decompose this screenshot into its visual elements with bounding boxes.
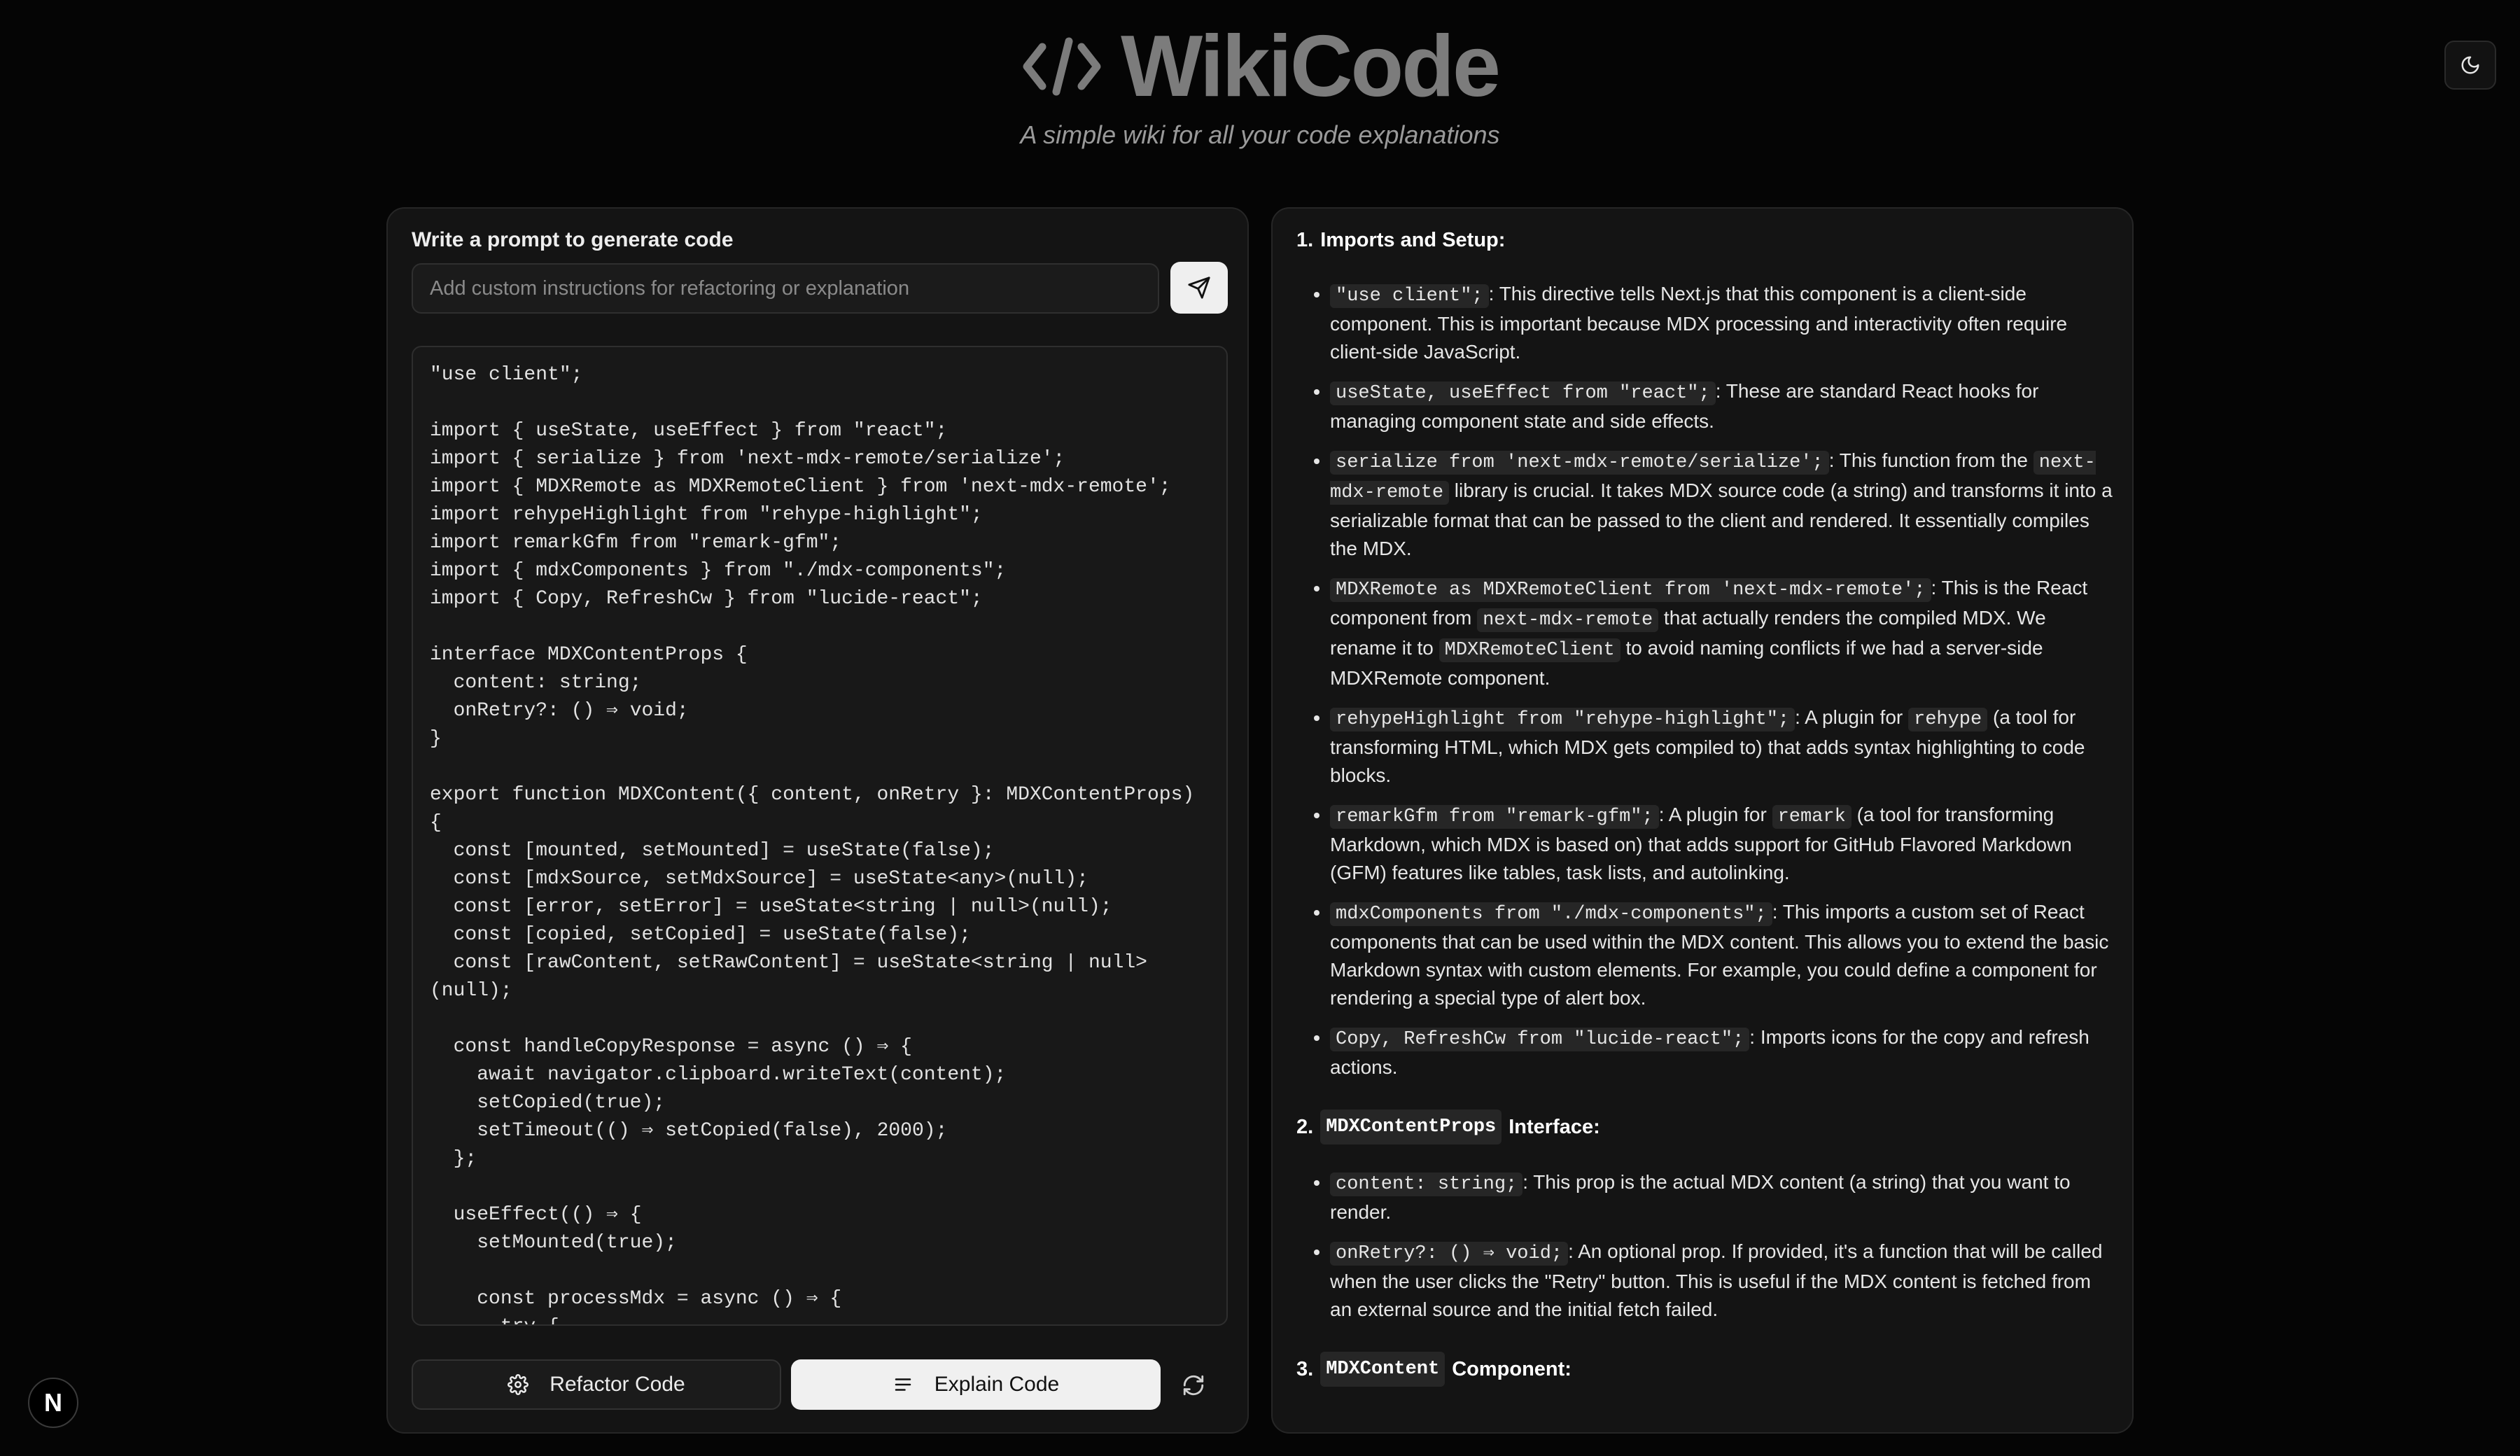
section-code: MDXContentProps (1320, 1110, 1502, 1144)
explanation-item: useState, useEffect from "react";: These… (1330, 377, 2115, 435)
refresh-icon (1183, 1375, 1204, 1396)
prompt-input[interactable] (412, 263, 1159, 314)
section-code: MDXContent (1320, 1352, 1446, 1387)
send-icon (1188, 276, 1210, 299)
inline-code: "use client"; (1330, 284, 1489, 308)
code-editor[interactable]: "use client"; import { useState, useEffe… (412, 346, 1228, 1326)
explanation-panel: 1.Imports and Setup:"use client";: This … (1271, 207, 2134, 1434)
prompt-label: Write a prompt to generate code (412, 228, 734, 251)
code-content[interactable]: "use client"; import { useState, useEffe… (430, 361, 1210, 1324)
explanation-item: serialize from 'next-mdx-remote/serializ… (1330, 447, 2115, 563)
gear-icon (507, 1374, 529, 1395)
inline-code: onRetry?: () ⇒ void; (1330, 1242, 1569, 1266)
inline-code: MDXRemoteClient (1438, 638, 1620, 662)
explanation-content: 1.Imports and Setup:"use client";: This … (1296, 224, 2115, 1387)
item-text: : A plugin for (1658, 804, 1772, 825)
inline-code: content: string; (1330, 1172, 1523, 1196)
next-logo-letter: N (44, 1388, 62, 1417)
inline-code: next-mdx-remote (1477, 608, 1659, 632)
refresh-button[interactable] (1176, 1368, 1211, 1403)
explanation-item: content: string;: This prop is the actua… (1330, 1168, 2115, 1226)
explanation-section-heading: 2. MDXContentProps Interface: (1296, 1110, 2115, 1144)
explanation-item: Copy, RefreshCw from "lucide-react";: Im… (1330, 1023, 2115, 1082)
brand: WikiCode (1021, 18, 1501, 115)
section-title: Component: (1452, 1358, 1572, 1380)
app-subtitle: A simple wiki for all your code explanat… (1020, 120, 1500, 149)
app-root: WikiCode A simple wiki for all your code… (0, 0, 2520, 1456)
item-text: : A plugin for (1795, 706, 1908, 728)
explanation-item: "use client";: This directive tells Next… (1330, 280, 2115, 366)
inline-code: rehype (1908, 708, 1988, 732)
code-brackets-icon (1021, 34, 1102, 99)
send-button[interactable] (1170, 262, 1228, 314)
inline-code: remarkGfm from "remark-gfm"; (1330, 805, 1659, 829)
next-logo-badge[interactable]: N (28, 1378, 78, 1428)
app-header: WikiCode A simple wiki for all your code… (0, 21, 2520, 150)
lines-icon (895, 1378, 911, 1391)
code-panel: Write a prompt to generate code "use cli… (386, 207, 1249, 1434)
explain-code-label: Explain Code (934, 1373, 1060, 1396)
explanation-list: "use client";: This directive tells Next… (1296, 280, 2115, 1082)
explanation-item: onRetry?: () ⇒ void;: An optional prop. … (1330, 1238, 2115, 1324)
section-number: 2. (1296, 1116, 1314, 1138)
inline-code: mdxComponents from "./mdx-components"; (1330, 902, 1772, 926)
explanation-section-heading: 3. MDXContent Component: (1296, 1352, 2115, 1387)
item-text: : This function from the (1828, 449, 2033, 471)
inline-code: rehypeHighlight from "rehype-highlight"; (1330, 708, 1795, 732)
explain-code-button[interactable]: Explain Code (791, 1359, 1161, 1410)
inline-code: MDXRemote as MDXRemoteClient from 'next-… (1330, 578, 1931, 602)
inline-code: Copy, RefreshCw from "lucide-react"; (1330, 1028, 1750, 1051)
section-number: 1. (1296, 229, 1314, 251)
inline-code: serialize from 'next-mdx-remote/serializ… (1330, 451, 1829, 475)
explanation-item: rehypeHighlight from "rehype-highlight";… (1330, 704, 2115, 790)
inline-code: useState, useEffect from "react"; (1330, 382, 1716, 405)
explanation-item: remarkGfm from "remark-gfm";: A plugin f… (1330, 801, 2115, 887)
section-number: 3. (1296, 1358, 1314, 1380)
explanation-item: mdxComponents from "./mdx-components";: … (1330, 898, 2115, 1012)
app-title: WikiCode (1121, 18, 1501, 115)
section-title: Interface: (1508, 1116, 1600, 1138)
explanation-list: content: string;: This prop is the actua… (1296, 1168, 2115, 1324)
inline-code: remark (1772, 805, 1851, 829)
explanation-item: MDXRemote as MDXRemoteClient from 'next-… (1330, 574, 2115, 692)
refactor-code-label: Refactor Code (550, 1373, 685, 1396)
explanation-section-heading: 1. Imports and Setup: (1296, 224, 2115, 256)
section-title: Imports and Setup: (1320, 229, 1506, 251)
refactor-code-button[interactable]: Refactor Code (412, 1359, 781, 1410)
